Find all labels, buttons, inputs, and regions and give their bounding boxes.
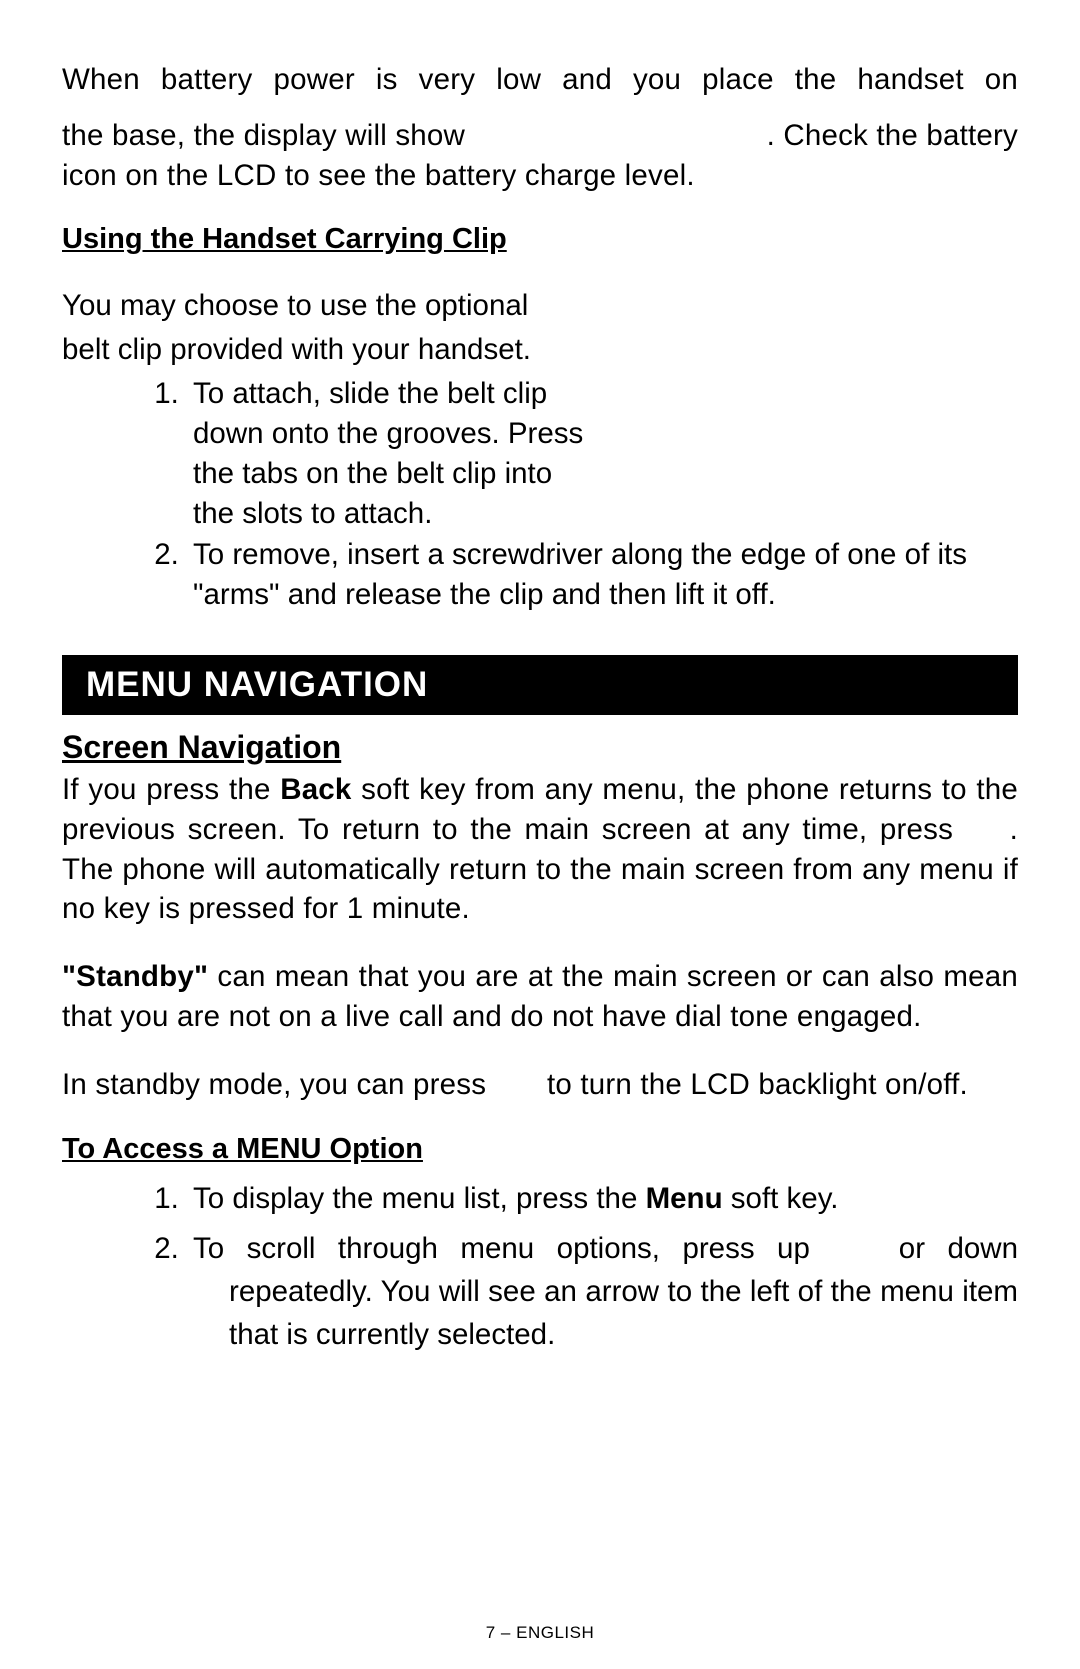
- text-fragment: to turn the LCD backlight on/off.: [539, 1068, 968, 1101]
- text-fragment: repeatedly. You will see an arrow to the…: [193, 1271, 1018, 1357]
- heading-screen-navigation: Screen Navigation: [62, 729, 1018, 766]
- list-item: To scroll through menu options, press up…: [187, 1228, 1018, 1356]
- list-item: To remove, insert a screwdriver along th…: [187, 535, 1018, 615]
- text-fragment: If you press the: [62, 773, 280, 806]
- access-menu-list: To display the menu list, press the Menu…: [187, 1178, 1018, 1357]
- text-fragment: . Check the battery: [767, 116, 1018, 156]
- standby-paragraph: "Standby" can mean that you are at the m…: [62, 957, 1018, 1037]
- battery-paragraph: When battery power is very low and you p…: [62, 60, 1018, 195]
- clip-intro-line: belt clip provided with your handset.: [62, 330, 682, 370]
- text-fragment: or down: [876, 1232, 1018, 1265]
- list-item: To attach, slide the belt clip down onto…: [187, 374, 1018, 533]
- heading-access-menu: To Access a MENU Option: [62, 1133, 1018, 1166]
- text-fragment: soft key.: [723, 1182, 839, 1215]
- text-fragment: the base, the display will show: [62, 116, 465, 156]
- clip-intro-line: You may choose to use the optional: [62, 286, 682, 326]
- text-fragment: To scroll through menu options, press up: [193, 1232, 832, 1265]
- backlight-paragraph: In standby mode, you can press to turn t…: [62, 1065, 1018, 1105]
- page-footer: 7 – ENGLISH: [0, 1623, 1080, 1643]
- clip-steps-list: To attach, slide the belt clip down onto…: [187, 374, 1018, 615]
- text-fragment: To display the menu list, press the: [193, 1182, 646, 1215]
- text-line: When battery power is very low and you p…: [62, 60, 1018, 100]
- heading-carrying-clip: Using the Handset Carrying Clip: [62, 223, 1018, 256]
- screen-nav-paragraph-1: If you press the Back soft key from any …: [62, 770, 1018, 929]
- menu-key-label: Menu: [646, 1182, 723, 1215]
- list-item: To display the menu list, press the Menu…: [187, 1178, 1018, 1221]
- back-key-label: Back: [280, 773, 351, 806]
- section-bar-menu-navigation: MENU NAVIGATION: [62, 655, 1018, 715]
- text-line: icon on the LCD to see the battery charg…: [62, 159, 695, 192]
- standby-label: "Standby": [62, 960, 208, 993]
- text-fragment: In standby mode, you can press: [62, 1068, 495, 1101]
